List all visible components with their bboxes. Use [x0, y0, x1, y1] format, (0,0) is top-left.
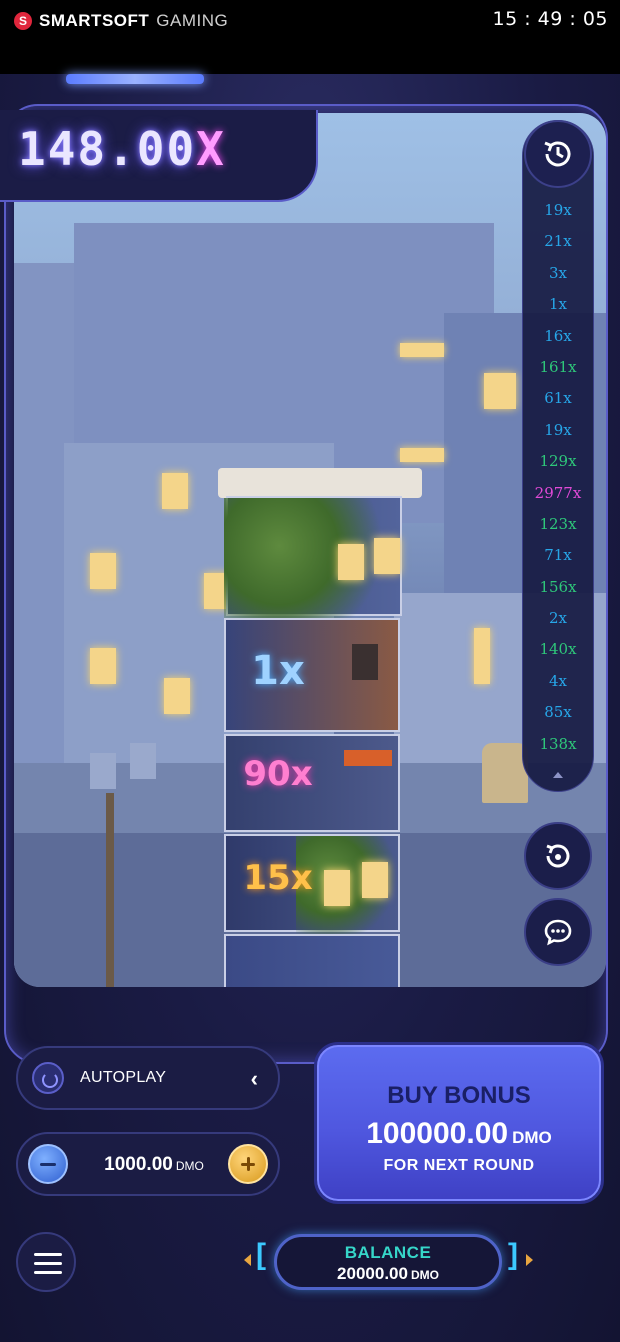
window-dark	[90, 753, 116, 789]
window-lit	[400, 343, 444, 357]
autoplay-icon	[32, 1062, 64, 1094]
window-lit	[484, 373, 516, 409]
window-lit	[362, 862, 388, 898]
arrow-right-icon	[526, 1254, 533, 1266]
replay-button[interactable]	[524, 822, 592, 890]
balance-bracket-right-icon: ]	[508, 1238, 518, 1271]
chevron-left-icon[interactable]: ‹	[251, 1066, 258, 1092]
decrease-bet-button[interactable]	[28, 1144, 68, 1184]
history-item: 2977x	[534, 483, 582, 502]
bet-stepper: 1000.00 DMO	[16, 1132, 280, 1196]
history-item: 1x	[548, 295, 567, 314]
history-clock-icon	[544, 141, 571, 167]
history-item: 19x	[544, 420, 572, 439]
buy-bonus-amount: 100000.00 DMO	[317, 1117, 601, 1151]
chat-button[interactable]	[524, 898, 592, 966]
history-item: 16x	[544, 326, 572, 345]
window-lit	[90, 553, 116, 589]
buy-bonus-currency: DMO	[512, 1128, 552, 1147]
increase-bet-button[interactable]	[228, 1144, 268, 1184]
window-dark	[130, 743, 156, 779]
window-lit	[338, 544, 364, 580]
clock: 15 : 49 : 05	[492, 8, 608, 30]
history-button[interactable]	[524, 120, 592, 188]
window-lit	[400, 448, 444, 462]
history-item: 71x	[544, 546, 572, 565]
history-item: 3x	[548, 263, 567, 282]
history-item: 61x	[544, 389, 572, 408]
history-item: 161x	[539, 357, 577, 376]
tower-floor-top	[224, 496, 408, 618]
bet-amount: 1000.00 DMO	[94, 1154, 214, 1176]
history-item: 123x	[539, 514, 577, 533]
awning	[344, 750, 392, 766]
balance-bracket-left-icon: [	[256, 1238, 266, 1271]
balance-amount: 20000.00 DMO	[277, 1264, 499, 1284]
history-item: 85x	[544, 703, 572, 722]
menu-icon-line	[34, 1271, 62, 1274]
menu-button[interactable]	[16, 1232, 76, 1292]
multiplier-value: 148.00	[18, 122, 197, 176]
smartsoft-logo-icon	[14, 12, 32, 30]
brand-name: SMARTSOFT	[39, 11, 150, 30]
chat-icon	[544, 919, 572, 946]
window-lit	[352, 644, 378, 680]
floor-multiplier: 1x	[251, 648, 305, 694]
multiplier-suffix: X	[196, 122, 226, 176]
buy-bonus-title: BUY BONUS	[387, 1082, 531, 1109]
window-lit	[164, 678, 190, 714]
history-item: 140x	[539, 640, 577, 659]
history-item: 19x	[544, 201, 572, 219]
autoplay-toggle[interactable]: AUTOPLAY ‹	[16, 1046, 280, 1110]
window-lit	[324, 870, 350, 906]
autoplay-label: AUTOPLAY	[80, 1069, 167, 1086]
buy-bonus-subtitle: FOR NEXT ROUND	[383, 1157, 535, 1174]
history-list: 19x 21x 3x 1x 16x 161x 61x 19x 129x 2977x 123x 71x 1…	[522, 195, 594, 760]
menu-icon	[34, 1253, 62, 1256]
window-lit	[90, 648, 116, 684]
brand-sub: GAMING	[156, 11, 229, 30]
replay-icon	[546, 844, 570, 868]
tower-floor-1x: 1x	[224, 618, 400, 732]
history-item: 156x	[539, 577, 577, 596]
brand: SMARTSOFT GAMING	[14, 10, 228, 32]
top-bar: SMARTSOFT GAMING 15 : 49 : 05	[0, 0, 620, 74]
history-item: 21x	[544, 232, 572, 251]
scroll-up-icon[interactable]	[553, 772, 563, 778]
buy-bonus-button[interactable]: BUY BONUS 100000.00 DMO FOR NEXT ROUND	[314, 1042, 604, 1204]
utility-pole	[106, 793, 114, 987]
history-item: 2x	[548, 609, 567, 628]
tower-floor-15x: 15x	[224, 834, 406, 934]
history-item: 138x	[539, 734, 577, 753]
tower-floor-partial	[224, 934, 400, 987]
balance-value: 20000.00	[337, 1264, 408, 1283]
arrow-left-icon	[244, 1254, 251, 1266]
balance-display: BALANCE 20000.00 DMO	[274, 1234, 502, 1290]
window-lit	[162, 473, 188, 509]
balance-label: BALANCE	[344, 1243, 432, 1262]
bet-currency: DMO	[175, 1159, 204, 1173]
current-multiplier: 148.00X	[18, 122, 226, 176]
game-scene: 1x 90x 15x	[14, 113, 606, 987]
tower-floor-90x: 90x	[224, 734, 400, 832]
window-lit	[374, 538, 400, 574]
balance-currency: DMO	[410, 1268, 439, 1282]
top-glow	[66, 74, 204, 84]
history-item: 129x	[539, 452, 577, 471]
buy-bonus-value: 100000.00	[366, 1117, 509, 1150]
menu-icon-line	[34, 1262, 62, 1265]
floor-multiplier: 90x	[243, 754, 313, 794]
history-item: 4x	[548, 671, 567, 690]
window-lit	[474, 628, 490, 684]
bet-value: 1000.00	[104, 1154, 173, 1175]
floor-multiplier: 15x	[243, 858, 313, 898]
tower-roof	[218, 468, 422, 498]
